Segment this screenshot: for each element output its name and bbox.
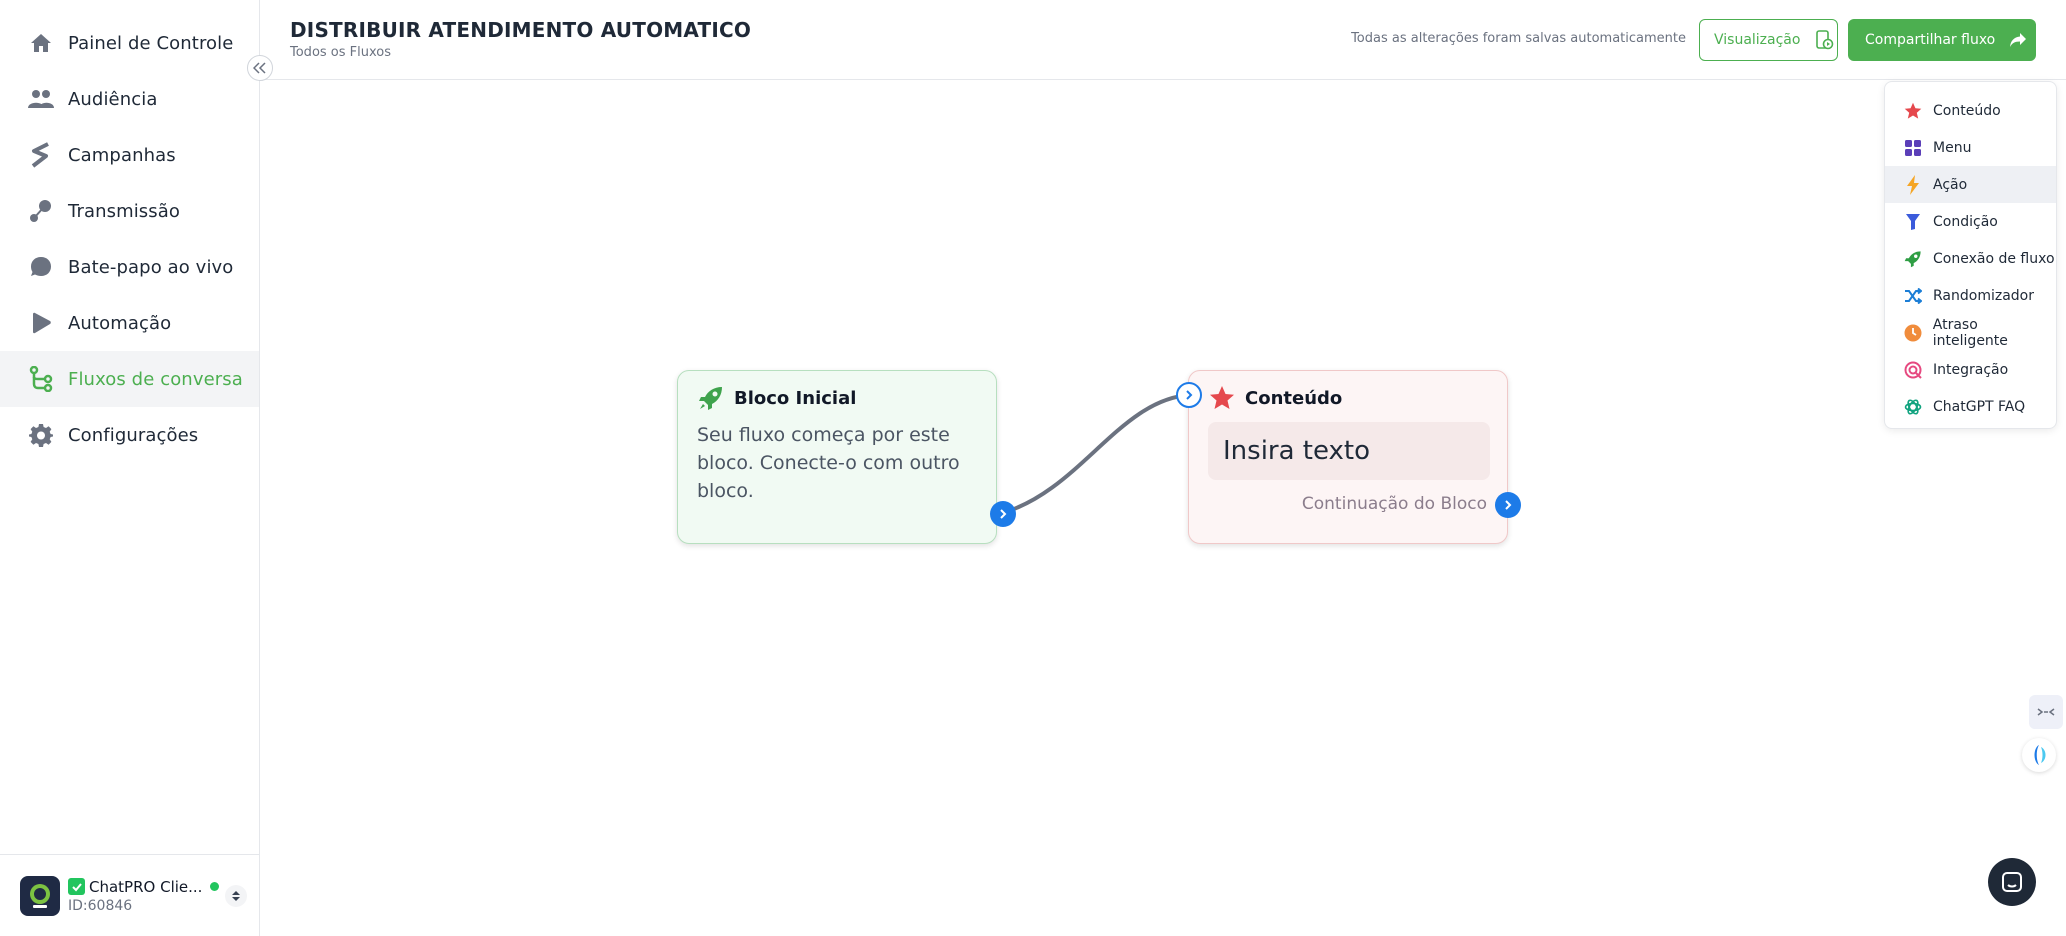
collapse-panel-icon[interactable]	[2029, 695, 2063, 729]
campaign-icon	[28, 142, 54, 168]
sidebar-item-transmissao[interactable]: Transmissão	[0, 183, 259, 239]
sidebar-item-audiencia[interactable]: Audiência	[0, 71, 259, 127]
sidebar-item-painel-de-controle[interactable]: Painel de Controle	[0, 15, 259, 71]
online-status-dot	[210, 882, 220, 891]
palette-item-label: Randomizador	[1933, 287, 2034, 304]
chat-launcher-button[interactable]	[1988, 858, 2036, 906]
sidebar-item-label: Audiência	[68, 88, 158, 110]
sidebar-item-label: Fluxos de conversa	[68, 368, 243, 390]
account-name: ChatPRO Clie...	[89, 877, 203, 896]
broadcast-icon	[28, 198, 54, 224]
account-id: ID:60846	[68, 897, 133, 914]
assistant-icon[interactable]	[2022, 738, 2056, 772]
sidebar-item-label: Transmissão	[68, 200, 181, 222]
palette-item-randomizador[interactable]: Randomizador	[1885, 277, 2056, 314]
rocket-icon	[698, 385, 724, 411]
palette-item-condicao[interactable]: Condição	[1885, 203, 2056, 240]
checkmark-icon	[68, 878, 85, 895]
autosave-status: Todas as alterações foram salvas automat…	[1351, 31, 1686, 46]
chevron-right-icon	[1000, 509, 1007, 519]
chevron-right-icon	[1505, 500, 1512, 510]
preview-button-label: Visualização	[1714, 32, 1801, 48]
chat-icon	[2002, 872, 2022, 892]
palette-item-acao[interactable]: Ação	[1885, 166, 2056, 203]
flow-canvas[interactable]: Bloco Inicial Seu fluxo começa por este …	[260, 81, 2066, 936]
shuffle-icon	[1903, 286, 1923, 306]
share-flow-button[interactable]: Compartilhar fluxo	[1848, 19, 2036, 61]
flow-icon	[28, 366, 54, 392]
sidebar-item-campanhas[interactable]: Campanhas	[0, 127, 259, 183]
avatar	[20, 875, 60, 916]
palette-item-label: Conteúdo	[1933, 102, 2001, 119]
start-block-title: Bloco Inicial	[734, 387, 857, 409]
sidebar-item-bate-papo[interactable]: Bate-papo ao vivo	[0, 239, 259, 295]
palette-item-label: Condição	[1933, 213, 1998, 230]
content-block-output-port[interactable]	[1495, 492, 1521, 518]
palette-item-label: Atraso inteligente	[1932, 316, 2008, 349]
star-icon	[1209, 385, 1235, 411]
sidebar: Painel de Controle Audiência Campanhas T…	[0, 0, 260, 936]
start-block-output-port[interactable]	[990, 501, 1016, 527]
page-title: DISTRIBUIR ATENDIMENTO AUTOMATICO	[290, 18, 752, 42]
palette-item-chatgpt-faq[interactable]: ChatGPT FAQ	[1885, 388, 2056, 425]
palette-item-label: Menu	[1933, 139, 1972, 156]
content-block-title: Conteúdo	[1245, 387, 1343, 409]
sidebar-item-fluxos-de-conversa[interactable]: Fluxos de conversa	[0, 351, 259, 407]
palette-item-label: Conexão de fluxo	[1933, 250, 2055, 267]
palette-item-integracao[interactable]: Integração	[1885, 351, 2056, 388]
share-button-label: Compartilhar fluxo	[1865, 32, 1996, 48]
home-icon	[28, 30, 54, 56]
lightning-icon	[1903, 174, 1923, 195]
clock-icon	[1903, 323, 1923, 343]
palette-item-conteudo[interactable]: Conteúdo	[1885, 92, 2056, 129]
sidebar-item-label: Bate-papo ao vivo	[68, 256, 234, 278]
preview-button[interactable]: Visualização	[1699, 19, 1838, 61]
palette-item-menu[interactable]: Menu	[1885, 129, 2056, 166]
rocket-icon	[1903, 249, 1923, 269]
palette-item-label: Integração	[1933, 361, 2009, 378]
integration-icon	[1903, 360, 1923, 380]
phone-preview-icon	[1814, 30, 1834, 50]
star-icon	[1903, 101, 1923, 121]
share-arrow-icon	[2009, 32, 2027, 48]
automation-icon	[28, 310, 54, 336]
account-switcher[interactable]: ChatPRO Clie... ID:60846	[0, 854, 259, 936]
chat-bubble-icon	[28, 254, 54, 280]
block-connector-line	[1001, 393, 1191, 515]
openai-icon	[1903, 397, 1923, 417]
grid-icon	[1903, 138, 1923, 158]
start-block-description: Seu fluxo começa por este bloco. Conecte…	[697, 424, 960, 502]
content-block[interactable]: Conteúdo Insira texto Continuação do Blo…	[1188, 370, 1508, 544]
users-icon	[28, 86, 54, 112]
palette-item-label: Ação	[1933, 176, 1968, 193]
chevron-right-icon	[1186, 390, 1193, 400]
sidebar-item-label: Campanhas	[68, 144, 176, 166]
gear-icon	[28, 422, 54, 448]
breadcrumb[interactable]: Todos os Fluxos	[290, 45, 391, 60]
palette-item-atraso-inteligente[interactable]: Atraso inteligente	[1885, 314, 2056, 351]
continuation-label[interactable]: Continuação do Bloco	[1302, 494, 1487, 514]
sidebar-item-label: Painel de Controle	[68, 32, 234, 54]
chevron-updown-icon[interactable]	[225, 885, 247, 907]
palette-item-label: ChatGPT FAQ	[1933, 398, 2026, 415]
block-palette: Conteúdo Menu Ação Condição Conexão de f…	[1884, 81, 2057, 429]
content-text-input[interactable]: Insira texto	[1208, 422, 1490, 480]
header: DISTRIBUIR ATENDIMENTO AUTOMATICO Todos …	[260, 0, 2066, 80]
filter-icon	[1903, 212, 1923, 232]
start-block[interactable]: Bloco Inicial Seu fluxo começa por este …	[677, 370, 997, 544]
content-block-input-port[interactable]	[1176, 382, 1202, 408]
collapse-sidebar-button[interactable]	[247, 55, 273, 81]
sidebar-item-automacao[interactable]: Automação	[0, 295, 259, 351]
sidebar-item-label: Configurações	[68, 424, 199, 446]
sidebar-item-configuracoes[interactable]: Configurações	[0, 407, 259, 463]
palette-item-conexao-de-fluxo[interactable]: Conexão de fluxo	[1885, 240, 2056, 277]
sidebar-item-label: Automação	[68, 312, 172, 334]
